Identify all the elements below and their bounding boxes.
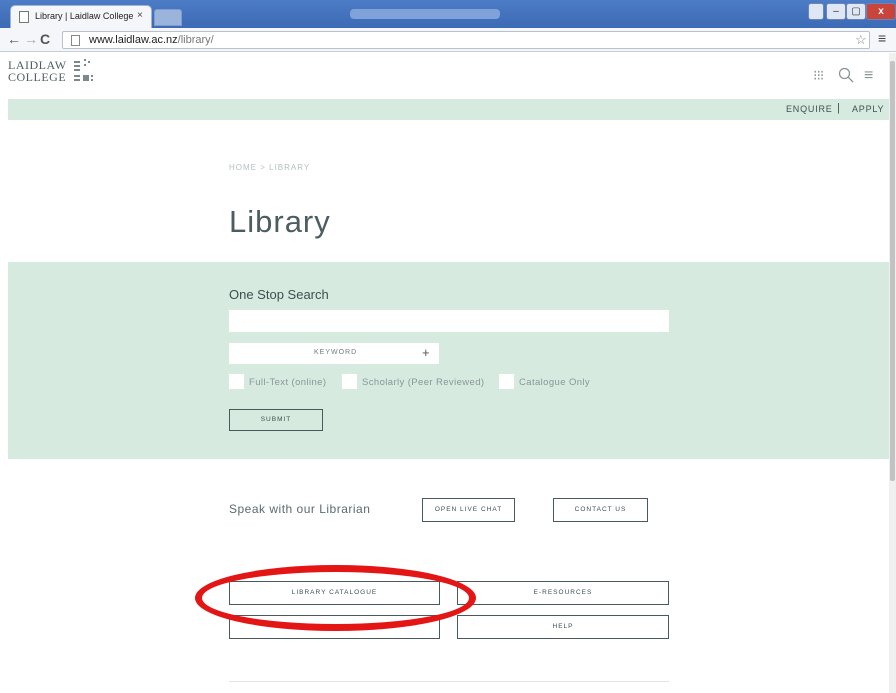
apply-link[interactable]: APPLY: [852, 104, 884, 114]
enquire-link[interactable]: ENQUIRE: [786, 104, 833, 114]
url-path: /library/: [177, 34, 214, 46]
logo-mark-icon: [74, 59, 96, 85]
keyword-label: KEYWORD: [314, 349, 358, 356]
bookmark-star-icon[interactable]: ☆: [855, 32, 867, 48]
catalogue-only-label: Catalogue Only: [519, 377, 591, 388]
browser-tab-bar: Library | Laidlaw College × – ▢ x: [0, 0, 896, 28]
one-stop-search-title: One Stop Search: [229, 287, 329, 302]
hamburger-menu-icon[interactable]: ≡: [864, 67, 873, 85]
search-input[interactable]: [229, 310, 669, 332]
browser-menu-icon[interactable]: ≡: [878, 30, 886, 46]
open-live-chat-button[interactable]: OPEN LIVE CHAT: [422, 498, 515, 522]
maximize-button[interactable]: ▢: [846, 3, 866, 20]
browser-tab[interactable]: Library | Laidlaw College ×: [10, 5, 152, 28]
full-text-label: Full-Text (online): [249, 377, 327, 388]
scholarly-checkbox[interactable]: [342, 374, 357, 389]
reload-icon[interactable]: C: [40, 31, 50, 47]
address-bar[interactable]: www.laidlaw.ac.nz/library/ ☆: [62, 31, 870, 49]
library-catalogue-button[interactable]: LIBRARY CATALOGUE: [229, 581, 440, 605]
plus-icon[interactable]: +: [422, 345, 430, 360]
site-header: LAIDLAW COLLEGE ⁝⁝⁝ ≡: [0, 53, 889, 99]
page-favicon-icon: [19, 11, 29, 23]
user-profile-icon[interactable]: [808, 3, 824, 20]
scrollbar-thumb[interactable]: [890, 61, 895, 481]
librarian-heading: Speak with our Librarian: [229, 502, 371, 516]
submit-button[interactable]: SUBMIT: [229, 409, 323, 431]
forward-arrow-icon[interactable]: →: [24, 31, 38, 47]
page-scrollbar[interactable]: [889, 53, 896, 693]
catalogue-only-checkbox[interactable]: [499, 374, 514, 389]
apps-grid-icon[interactable]: ⁝⁝⁝: [813, 67, 824, 84]
page-title: Library: [229, 204, 331, 239]
breadcrumb[interactable]: HOME > LIBRARY: [229, 163, 310, 172]
minimize-button[interactable]: –: [826, 3, 846, 20]
section-divider: [229, 681, 669, 682]
scholarly-label: Scholarly (Peer Reviewed): [362, 377, 485, 388]
utility-separator: |: [837, 102, 841, 114]
tab-title: Library | Laidlaw College: [35, 11, 134, 21]
url-text: www.laidlaw.ac.nz/library/: [89, 34, 214, 46]
close-window-button[interactable]: x: [866, 3, 896, 20]
full-text-checkbox[interactable]: [229, 374, 244, 389]
utility-bar: ENQUIRE | APPLY: [8, 99, 889, 120]
obscured-button[interactable]: [229, 615, 440, 639]
window-title-blurred: [350, 9, 500, 19]
search-icon[interactable]: [838, 67, 854, 88]
keyword-select[interactable]: KEYWORD +: [229, 343, 439, 364]
page-icon: [71, 35, 80, 46]
logo-line-2: COLLEGE: [8, 70, 67, 84]
tab-close-icon[interactable]: ×: [137, 10, 143, 21]
one-stop-search-section: [8, 262, 889, 459]
back-arrow-icon[interactable]: ←: [7, 31, 21, 47]
new-tab-button[interactable]: [154, 9, 182, 26]
contact-us-button[interactable]: CONTACT US: [553, 498, 648, 522]
url-host: www.laidlaw.ac.nz: [89, 34, 178, 46]
college-logo[interactable]: LAIDLAW COLLEGE: [8, 59, 67, 83]
help-button[interactable]: HELP: [457, 615, 669, 639]
browser-toolbar: ← → C www.laidlaw.ac.nz/library/ ☆ ≡: [0, 28, 896, 52]
e-resources-button[interactable]: E-RESOURCES: [457, 581, 669, 605]
